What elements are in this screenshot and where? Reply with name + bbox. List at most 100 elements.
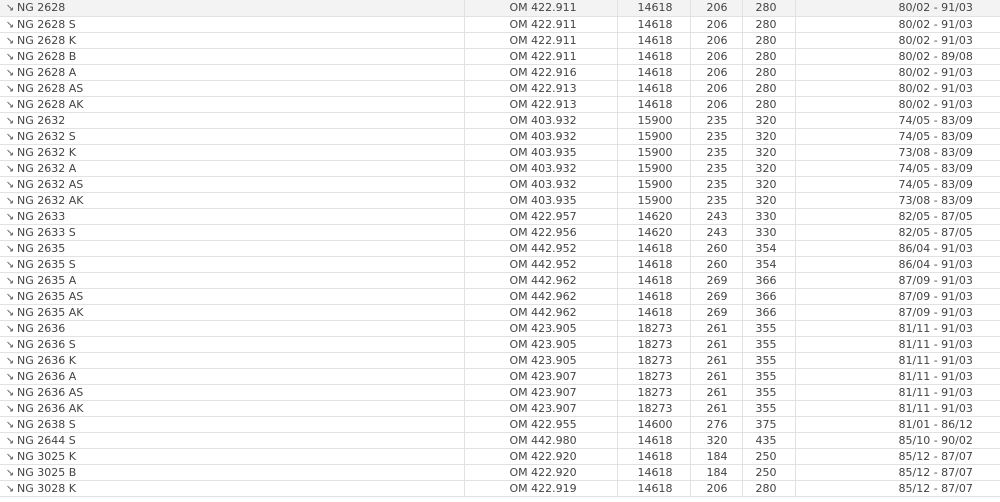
model-cell[interactable]: NG 3025 B bbox=[0, 464, 465, 481]
expand-arrow-icon[interactable] bbox=[3, 131, 16, 143]
model-cell[interactable]: NG 2635 AK bbox=[0, 304, 465, 321]
expand-arrow-icon[interactable] bbox=[3, 163, 16, 175]
code-cell: 14620 bbox=[617, 208, 691, 225]
expand-arrow-icon[interactable] bbox=[3, 227, 16, 239]
years-cell: 80/02 - 91/03 bbox=[795, 32, 1000, 49]
expand-arrow-icon[interactable] bbox=[3, 179, 16, 191]
table-row[interactable]: NG 2632 K OM 403.935 15900 235 320 73/08 - 83… bbox=[0, 144, 1000, 161]
expand-arrow-icon[interactable] bbox=[3, 35, 16, 47]
model-cell[interactable]: NG 2636 AK bbox=[0, 400, 465, 417]
model-cell[interactable]: NG 2632 A bbox=[0, 160, 465, 177]
model-cell[interactable]: NG 2635 S bbox=[0, 256, 465, 273]
table-row[interactable]: NG 2633 OM 422.957 14620 243 330 82/05 - 87/0… bbox=[0, 208, 1000, 225]
expand-arrow-icon[interactable] bbox=[3, 419, 16, 431]
table-row[interactable]: NG 2635 AS OM 442.962 14618 269 366 87/09 - 9… bbox=[0, 288, 1000, 305]
table-row[interactable]: NG 3025 B OM 422.920 14618 184 250 85/12 - 87… bbox=[0, 464, 1000, 481]
model-cell[interactable]: NG 2644 S bbox=[0, 432, 465, 449]
expand-arrow-icon[interactable] bbox=[3, 467, 16, 479]
table-row[interactable]: NG 2635 AK OM 442.962 14618 269 366 87/09 - 9… bbox=[0, 304, 1000, 321]
model-cell[interactable]: NG 2635 AS bbox=[0, 288, 465, 305]
expand-arrow-icon[interactable] bbox=[3, 19, 16, 31]
model-cell[interactable]: NG 2628 AK bbox=[0, 96, 465, 113]
table-row[interactable]: NG 2633 S OM 422.956 14620 243 330 82/05 - 87… bbox=[0, 224, 1000, 241]
expand-arrow-icon[interactable] bbox=[3, 387, 16, 399]
expand-arrow-icon[interactable] bbox=[3, 371, 16, 383]
model-cell[interactable]: NG 2636 bbox=[0, 320, 465, 337]
model-cell[interactable]: NG 2632 K bbox=[0, 144, 465, 161]
expand-arrow-icon[interactable] bbox=[3, 355, 16, 367]
table-row[interactable]: NG 2636 AK OM 423.907 18273 261 355 81/11 - 9… bbox=[0, 400, 1000, 417]
table-row[interactable]: NG 2636 A OM 423.907 18273 261 355 81/11 - 91… bbox=[0, 368, 1000, 385]
expand-arrow-icon[interactable] bbox=[3, 259, 16, 271]
table-row[interactable]: NG 3028 K OM 422.919 14618 206 280 85/12 - 87… bbox=[0, 480, 1000, 497]
expand-arrow-icon[interactable] bbox=[3, 339, 16, 351]
model-cell[interactable]: NG 2636 S bbox=[0, 336, 465, 353]
model-cell[interactable]: NG 2628 B bbox=[0, 48, 465, 65]
hp-cell: 280 bbox=[742, 16, 796, 33]
expand-arrow-icon[interactable] bbox=[3, 99, 16, 111]
model-cell[interactable]: NG 2628 bbox=[0, 0, 465, 17]
table-row[interactable]: NG 2628 S OM 422.911 14618 206 280 80/02 - 91… bbox=[0, 16, 1000, 33]
expand-arrow-icon[interactable] bbox=[3, 323, 16, 335]
expand-arrow-icon[interactable] bbox=[3, 275, 16, 287]
table-row[interactable]: NG 2628 OM 422.911 14618 206 280 80/02 - 91/0… bbox=[0, 0, 1000, 17]
table-row[interactable]: NG 2636 S OM 423.905 18273 261 355 81/11 - 91… bbox=[0, 336, 1000, 353]
table-row[interactable]: NG 2636 AS OM 423.907 18273 261 355 81/11 - 9… bbox=[0, 384, 1000, 401]
model-cell[interactable]: NG 2628 S bbox=[0, 16, 465, 33]
table-row[interactable]: NG 2635 OM 442.952 14618 260 354 86/04 - 91/0… bbox=[0, 240, 1000, 257]
table-row[interactable]: NG 2628 AK OM 422.913 14618 206 280 80/02 - 9… bbox=[0, 96, 1000, 113]
model-cell[interactable]: NG 2636 AS bbox=[0, 384, 465, 401]
model-cell[interactable]: NG 2638 S bbox=[0, 416, 465, 433]
model-cell[interactable]: NG 3025 K bbox=[0, 448, 465, 465]
expand-arrow-icon[interactable] bbox=[3, 2, 16, 14]
table-row[interactable]: NG 2632 AK OM 403.935 15900 235 320 73/08 - 8… bbox=[0, 192, 1000, 209]
expand-arrow-icon[interactable] bbox=[3, 403, 16, 415]
model-cell[interactable]: NG 2635 bbox=[0, 240, 465, 257]
table-row[interactable]: NG 3025 K OM 422.920 14618 184 250 85/12 - 87… bbox=[0, 448, 1000, 465]
table-row[interactable]: NG 2635 S OM 442.952 14618 260 354 86/04 - 91… bbox=[0, 256, 1000, 273]
expand-arrow-icon[interactable] bbox=[3, 83, 16, 95]
model-cell[interactable]: NG 2628 AS bbox=[0, 80, 465, 97]
table-row[interactable]: NG 2632 S OM 403.932 15900 235 320 74/05 - 83… bbox=[0, 128, 1000, 145]
model-name: NG 2636 AS bbox=[17, 385, 84, 399]
table-row[interactable]: NG 2628 B OM 422.911 14618 206 280 80/02 - 89… bbox=[0, 48, 1000, 65]
expand-arrow-icon[interactable] bbox=[3, 51, 16, 63]
table-row[interactable]: NG 2628 K OM 422.911 14618 206 280 80/02 - 91… bbox=[0, 32, 1000, 49]
model-cell[interactable]: NG 2633 bbox=[0, 208, 465, 225]
table-row[interactable]: NG 2638 S OM 422.955 14600 276 375 81/01 - 86… bbox=[0, 416, 1000, 433]
expand-arrow-icon[interactable] bbox=[3, 67, 16, 79]
expand-arrow-icon[interactable] bbox=[3, 195, 16, 207]
expand-arrow-icon[interactable] bbox=[3, 291, 16, 303]
model-name: NG 2628 AK bbox=[17, 97, 84, 111]
kw-cell: 206 bbox=[690, 48, 743, 65]
table-row[interactable]: NG 2635 A OM 442.962 14618 269 366 87/09 - 91… bbox=[0, 272, 1000, 289]
expand-arrow-icon[interactable] bbox=[3, 435, 16, 447]
model-cell[interactable]: NG 3028 K bbox=[0, 480, 465, 497]
table-row[interactable]: NG 2632 OM 403.932 15900 235 320 74/05 - 83/0… bbox=[0, 112, 1000, 129]
expand-arrow-icon[interactable] bbox=[3, 483, 16, 495]
model-cell[interactable]: NG 2636 K bbox=[0, 352, 465, 369]
table-row[interactable]: NG 2632 AS OM 403.932 15900 235 320 74/05 - 8… bbox=[0, 176, 1000, 193]
table-row[interactable]: NG 2632 A OM 403.932 15900 235 320 74/05 - 83… bbox=[0, 160, 1000, 177]
table-row[interactable]: NG 2644 S OM 442.980 14618 320 435 85/10 - 90… bbox=[0, 432, 1000, 449]
expand-arrow-icon[interactable] bbox=[3, 307, 16, 319]
expand-arrow-icon[interactable] bbox=[3, 115, 16, 127]
table-row[interactable]: NG 2636 K OM 423.905 18273 261 355 81/11 - 91… bbox=[0, 352, 1000, 369]
table-row[interactable]: NG 2628 AS OM 422.913 14618 206 280 80/02 - 9… bbox=[0, 80, 1000, 97]
model-cell[interactable]: NG 2633 S bbox=[0, 224, 465, 241]
model-cell[interactable]: NG 2636 A bbox=[0, 368, 465, 385]
expand-arrow-icon[interactable] bbox=[3, 211, 16, 223]
table-row[interactable]: NG 2628 A OM 422.916 14618 206 280 80/02 - 91… bbox=[0, 64, 1000, 81]
model-cell[interactable]: NG 2628 K bbox=[0, 32, 465, 49]
engine-cell: OM 423.907 bbox=[464, 384, 618, 401]
model-cell[interactable]: NG 2632 AK bbox=[0, 192, 465, 209]
model-cell[interactable]: NG 2628 A bbox=[0, 64, 465, 81]
expand-arrow-icon[interactable] bbox=[3, 243, 16, 255]
expand-arrow-icon[interactable] bbox=[3, 147, 16, 159]
model-cell[interactable]: NG 2632 AS bbox=[0, 176, 465, 193]
model-cell[interactable]: NG 2632 bbox=[0, 112, 465, 129]
model-cell[interactable]: NG 2635 A bbox=[0, 272, 465, 289]
expand-arrow-icon[interactable] bbox=[3, 451, 16, 463]
model-cell[interactable]: NG 2632 S bbox=[0, 128, 465, 145]
table-row[interactable]: NG 2636 OM 423.905 18273 261 355 81/11 - 91/0… bbox=[0, 320, 1000, 337]
